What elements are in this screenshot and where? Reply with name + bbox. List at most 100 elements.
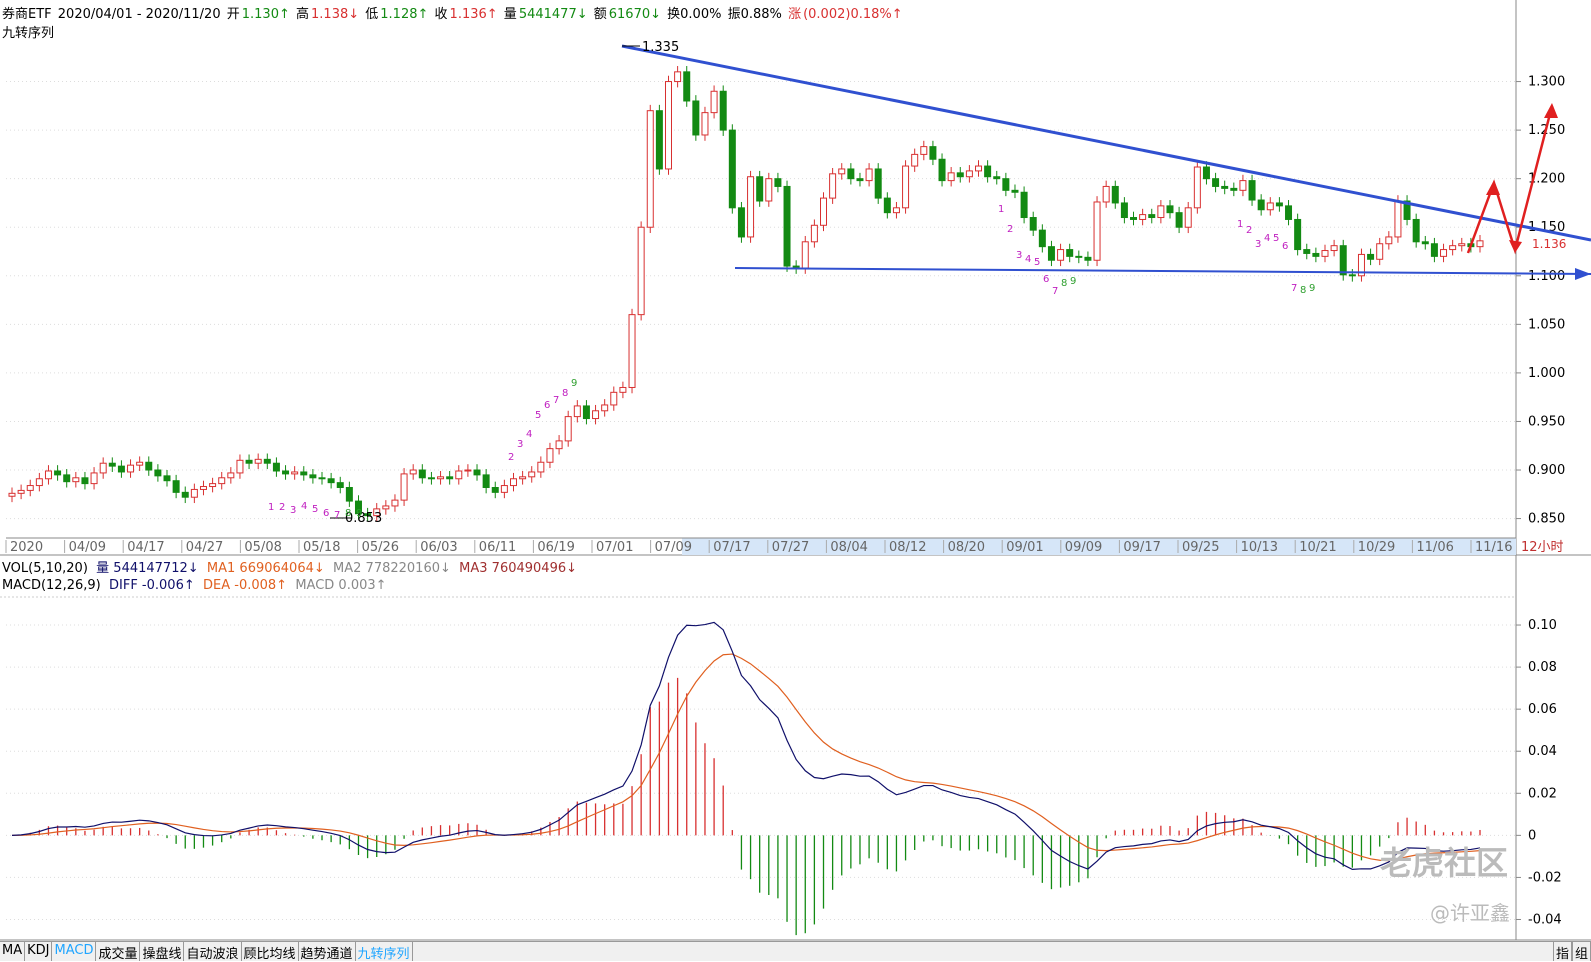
nine-3-3: 4	[1264, 233, 1270, 244]
candle-body-19	[181, 491, 189, 498]
macd-tick-label-5: 0	[1528, 828, 1536, 843]
candle-body-95	[874, 168, 882, 199]
candle-body-161	[1476, 240, 1484, 248]
volume-indicator-line: VOL(5,10,20) 量 544147712↓ MA1 669064064↓…	[2, 557, 577, 576]
tab-1[interactable]: KDJ	[25, 942, 53, 961]
candle-body-2	[26, 485, 34, 491]
date-label-5: 05/18	[303, 540, 340, 555]
candle-body-159	[1458, 243, 1466, 247]
tab-2[interactable]: MACD	[52, 942, 97, 961]
candle-body-109	[1002, 178, 1010, 191]
nine-0-2: 3	[290, 505, 296, 516]
macd-tick-label-2: 0.06	[1528, 702, 1557, 717]
turnover-value: 换0.00%	[667, 7, 722, 22]
change-value: (0.002)0.18%↑	[803, 7, 903, 22]
candle-body-132	[1212, 178, 1220, 187]
candle-body-1	[17, 489, 25, 494]
last-price-label: 1.136	[1532, 237, 1566, 251]
candle-body-137	[1257, 199, 1265, 211]
candle-body-31	[291, 471, 299, 475]
volume-label: 量	[503, 7, 517, 22]
candle-body-7	[72, 477, 80, 483]
candle-body-92	[847, 168, 855, 180]
candle-body-10	[99, 462, 107, 474]
candle-body-0	[8, 492, 16, 497]
tab-4[interactable]: 操盘线	[140, 942, 185, 962]
candle-body-64	[592, 410, 600, 420]
macd-tick-label-0: 0.10	[1528, 618, 1557, 633]
tab-0[interactable]: MA	[0, 942, 26, 961]
date-label-14: 08/04	[830, 540, 867, 555]
candle-body-88	[810, 224, 818, 243]
candle-body-74	[683, 71, 691, 102]
nine-3-8: 9	[1309, 283, 1315, 294]
right-tab-1[interactable]: 组	[1571, 942, 1591, 962]
candle-body-120	[1102, 185, 1110, 203]
nine-0-0: 1	[268, 502, 274, 513]
candle-body-147	[1348, 274, 1356, 277]
high-mark-label: 1.335	[642, 40, 679, 55]
nine-0-1: 2	[279, 502, 285, 513]
candle-body-130	[1193, 166, 1201, 209]
date-label-24: 11/06	[1416, 540, 1453, 555]
right-tab-0[interactable]: 指	[1552, 942, 1572, 962]
candle-body-146	[1339, 245, 1347, 276]
candle-body-133	[1221, 185, 1229, 189]
candle-body-36	[336, 482, 344, 488]
candle-body-42	[391, 499, 399, 507]
candle-body-138	[1266, 202, 1274, 211]
nine-3-4: 5	[1273, 233, 1279, 244]
candle-body-35	[327, 478, 335, 484]
candle-body-80	[737, 207, 745, 238]
candle-body-72	[664, 81, 672, 170]
nine-3-5: 6	[1282, 241, 1288, 252]
candle-body-3	[35, 478, 43, 487]
date-label-7: 06/03	[420, 540, 457, 555]
nine-3-6: 7	[1291, 283, 1297, 294]
tab-6[interactable]: 顾比均线	[242, 942, 299, 962]
nine-1-3: 5	[535, 410, 541, 421]
candle-body-54	[500, 485, 508, 493]
candle-body-98	[902, 165, 910, 209]
price-tick-label-6: 1.000	[1528, 366, 1565, 381]
date-label-0: 2020	[10, 540, 43, 555]
candle-body-16	[154, 469, 162, 477]
period-label: 12小时	[1521, 540, 1564, 555]
support-arrowhead	[1575, 268, 1591, 280]
candle-body-58	[537, 461, 545, 473]
candle-body-103	[947, 172, 955, 182]
tab-3[interactable]: 成交量	[96, 942, 141, 962]
arrowhead-1	[1486, 180, 1500, 195]
price-tick-label-4: 1.100	[1528, 269, 1565, 284]
candle-body-15	[145, 461, 153, 471]
date-label-9: 06/19	[537, 540, 574, 555]
candle-body-139	[1275, 202, 1283, 207]
nine-2-4: 5	[1034, 257, 1040, 268]
candle-body-14	[136, 461, 144, 466]
candle-body-70	[646, 110, 654, 228]
candle-body-108	[993, 176, 1001, 180]
nine-1-7: 9	[571, 378, 577, 389]
tab-5[interactable]: 自动波浪	[184, 942, 242, 962]
candle-body-48	[446, 476, 454, 480]
candle-body-96	[883, 197, 891, 214]
date-label-11: 07/09	[655, 540, 692, 555]
candle-body-49	[455, 470, 463, 480]
watermark: 老虎社区	[1380, 844, 1509, 882]
candle-body-83	[765, 178, 773, 202]
tab-7[interactable]: 趋势通道	[299, 942, 356, 962]
arrowhead-2	[1544, 103, 1558, 118]
vol-ma3: MA3 760490496↓	[459, 561, 578, 576]
nine-3-7: 8	[1300, 285, 1306, 296]
candle-body-155	[1421, 241, 1429, 245]
macd-indicator-line: MACD(12,26,9) DIFF -0.006↑ DEA -0.008↑ M…	[2, 578, 387, 593]
candle-body-134	[1230, 187, 1238, 191]
candle-body-93	[856, 178, 864, 182]
nine-0-5: 6	[323, 508, 329, 519]
macd-name: MACD(12,26,9)	[2, 578, 101, 593]
vol-name: VOL(5,10,20)	[2, 561, 88, 576]
tab-8[interactable]: 九转序列	[356, 942, 413, 962]
upper-trendline	[621, 44, 1591, 242]
candle-body-157	[1440, 249, 1448, 257]
amplitude-value: 振0.88%	[727, 7, 782, 22]
